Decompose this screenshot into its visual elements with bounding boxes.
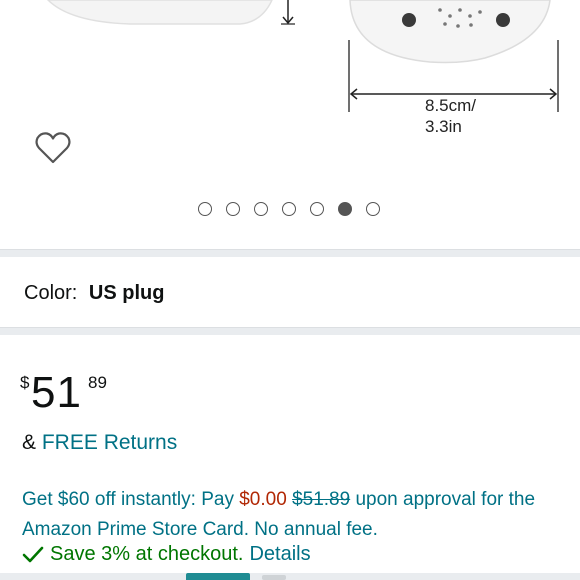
bottom-nav-tab-active[interactable] bbox=[186, 573, 250, 580]
price-fraction: 89 bbox=[88, 373, 107, 392]
savings-row: Save 3% at checkout. Details bbox=[22, 543, 311, 566]
checkmark-icon bbox=[22, 546, 44, 562]
promo-text-1: Get $60 off instantly: Pay bbox=[22, 489, 240, 510]
section-divider bbox=[0, 327, 580, 335]
product-image-area[interactable]: 8.5cm/ 3.3in bbox=[0, 0, 580, 250]
free-returns-link[interactable]: FREE Returns bbox=[42, 431, 177, 454]
wishlist-heart-icon[interactable] bbox=[34, 130, 72, 166]
color-label: Color: bbox=[24, 282, 78, 304]
promo-original-amount: $51.89 bbox=[292, 489, 351, 510]
carousel-dot[interactable] bbox=[310, 202, 324, 216]
color-value: US plug bbox=[88, 282, 165, 304]
image-carousel-dots bbox=[198, 202, 380, 216]
carousel-dot-active[interactable] bbox=[338, 202, 352, 216]
returns-prefix: & bbox=[22, 431, 37, 454]
bottom-nav-tab[interactable] bbox=[262, 575, 286, 580]
color-variation-row[interactable]: Color: US plug bbox=[24, 282, 164, 305]
carousel-dot[interactable] bbox=[282, 202, 296, 216]
promo-pay-amount: $0.00 bbox=[239, 489, 287, 510]
prime-card-promo[interactable]: Get $60 off instantly: Pay $0.00 $51.89 … bbox=[22, 485, 562, 545]
savings-details-link[interactable]: Details bbox=[249, 543, 310, 566]
price-whole: 51 bbox=[31, 368, 82, 417]
price-currency-symbol: $ bbox=[20, 373, 30, 392]
carousel-dot[interactable] bbox=[198, 202, 212, 216]
carousel-dot[interactable] bbox=[226, 202, 240, 216]
section-divider bbox=[0, 249, 580, 257]
carousel-dot[interactable] bbox=[254, 202, 268, 216]
carousel-dot[interactable] bbox=[366, 202, 380, 216]
dimension-cm-label: 8.5cm/ bbox=[425, 96, 477, 115]
bottom-nav-bar bbox=[0, 573, 580, 580]
savings-text: Save 3% at checkout. bbox=[50, 543, 244, 565]
returns-line: & FREE Returns bbox=[22, 431, 177, 455]
dimension-in-label: 3.3in bbox=[425, 117, 462, 136]
